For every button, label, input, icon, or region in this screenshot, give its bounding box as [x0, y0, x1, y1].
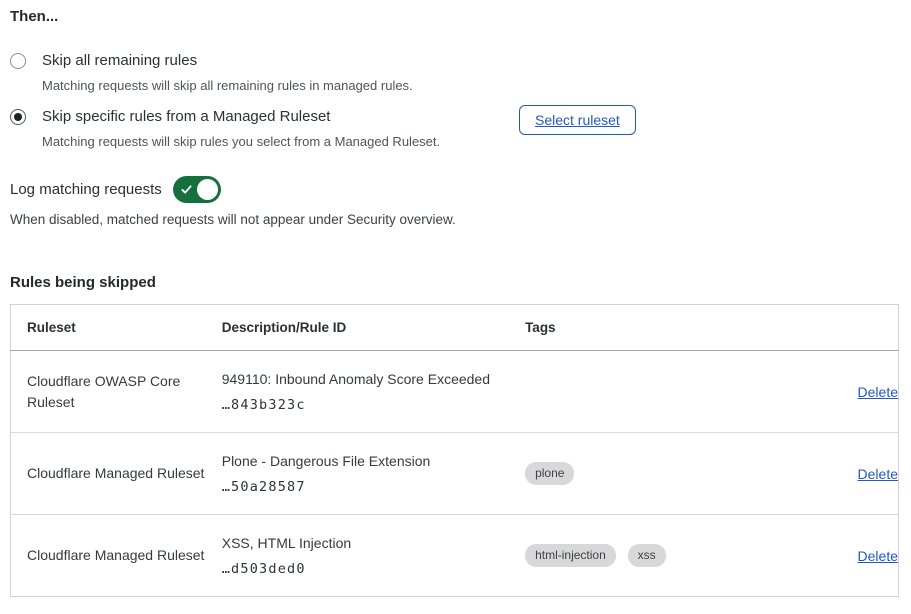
table-row: Cloudflare Managed Ruleset XSS, HTML Inj…	[11, 515, 899, 597]
delete-link[interactable]: Delete	[858, 466, 898, 482]
tag-badge: plone	[525, 462, 574, 485]
rule-id: …50a28587	[222, 479, 525, 495]
option-skip-all-description: Matching requests will skip all remainin…	[42, 77, 413, 94]
rule-id: …d503ded0	[222, 561, 525, 577]
description-cell: XSS, HTML Injection …d503ded0	[222, 515, 525, 597]
table-row: Cloudflare OWASP Core Ruleset 949110: In…	[11, 351, 899, 433]
toggle-knob	[197, 179, 218, 200]
option-skip-all-rules: Skip all remaining rules Matching reques…	[10, 51, 899, 94]
log-matching-requests-label: Log matching requests	[10, 181, 162, 198]
select-ruleset-button[interactable]: Select ruleset	[519, 105, 636, 135]
option-skip-specific-description: Matching requests will skip rules you se…	[42, 133, 440, 150]
column-header-description: Description/Rule ID	[222, 305, 525, 351]
radio-skip-all-rules[interactable]	[10, 53, 26, 69]
description-cell: Plone - Dangerous File Extension …50a285…	[222, 433, 525, 515]
tag-badge: xss	[628, 544, 666, 567]
table-header-row: Ruleset Description/Rule ID Tags	[11, 305, 899, 351]
tag-badge: html-injection	[525, 544, 616, 567]
rule-id: …843b323c	[222, 397, 525, 413]
option-skip-specific-rules: Skip specific rules from a Managed Rules…	[10, 107, 899, 150]
actions-cell: Delete	[795, 433, 898, 515]
column-header-tags: Tags	[525, 305, 795, 351]
actions-cell: Delete	[795, 351, 898, 433]
ruleset-name: Cloudflare OWASP Core Ruleset	[11, 351, 222, 433]
delete-link[interactable]: Delete	[858, 548, 898, 564]
column-header-ruleset: Ruleset	[11, 305, 222, 351]
then-heading: Then...	[10, 7, 899, 27]
tags-cell: plone	[525, 433, 795, 515]
option-skip-specific-text: Skip specific rules from a Managed Rules…	[42, 107, 440, 150]
rules-being-skipped-table: Ruleset Description/Rule ID Tags Cloudfl…	[10, 304, 899, 597]
log-matching-requests-toggle[interactable]	[173, 176, 221, 203]
ruleset-name: Cloudflare Managed Ruleset	[11, 515, 222, 597]
description-cell: 949110: Inbound Anomaly Score Exceeded ……	[222, 351, 525, 433]
log-toggle-help-text: When disabled, matched requests will not…	[10, 211, 899, 229]
ruleset-name: Cloudflare Managed Ruleset	[11, 433, 222, 515]
delete-link[interactable]: Delete	[858, 384, 898, 400]
option-skip-all-label[interactable]: Skip all remaining rules	[42, 51, 413, 71]
option-skip-specific-label[interactable]: Skip specific rules from a Managed Rules…	[42, 107, 440, 127]
table-row: Cloudflare Managed Ruleset Plone - Dange…	[11, 433, 899, 515]
tags-cell	[525, 351, 795, 433]
rules-being-skipped-heading: Rules being skipped	[10, 273, 899, 293]
then-action-panel: Then... Skip all remaining rules Matchin…	[0, 0, 911, 597]
tags-cell: html-injection xss	[525, 515, 795, 597]
log-matching-requests-row: Log matching requests	[10, 176, 899, 203]
rule-description: XSS, HTML Injection	[222, 534, 525, 552]
rule-description: Plone - Dangerous File Extension	[222, 452, 525, 470]
option-skip-all-text: Skip all remaining rules Matching reques…	[42, 51, 413, 94]
rule-description: 949110: Inbound Anomaly Score Exceeded	[222, 370, 525, 388]
radio-skip-specific-rules[interactable]	[10, 109, 26, 125]
actions-cell: Delete	[795, 515, 898, 597]
column-header-actions	[795, 305, 898, 351]
check-icon	[181, 184, 192, 195]
